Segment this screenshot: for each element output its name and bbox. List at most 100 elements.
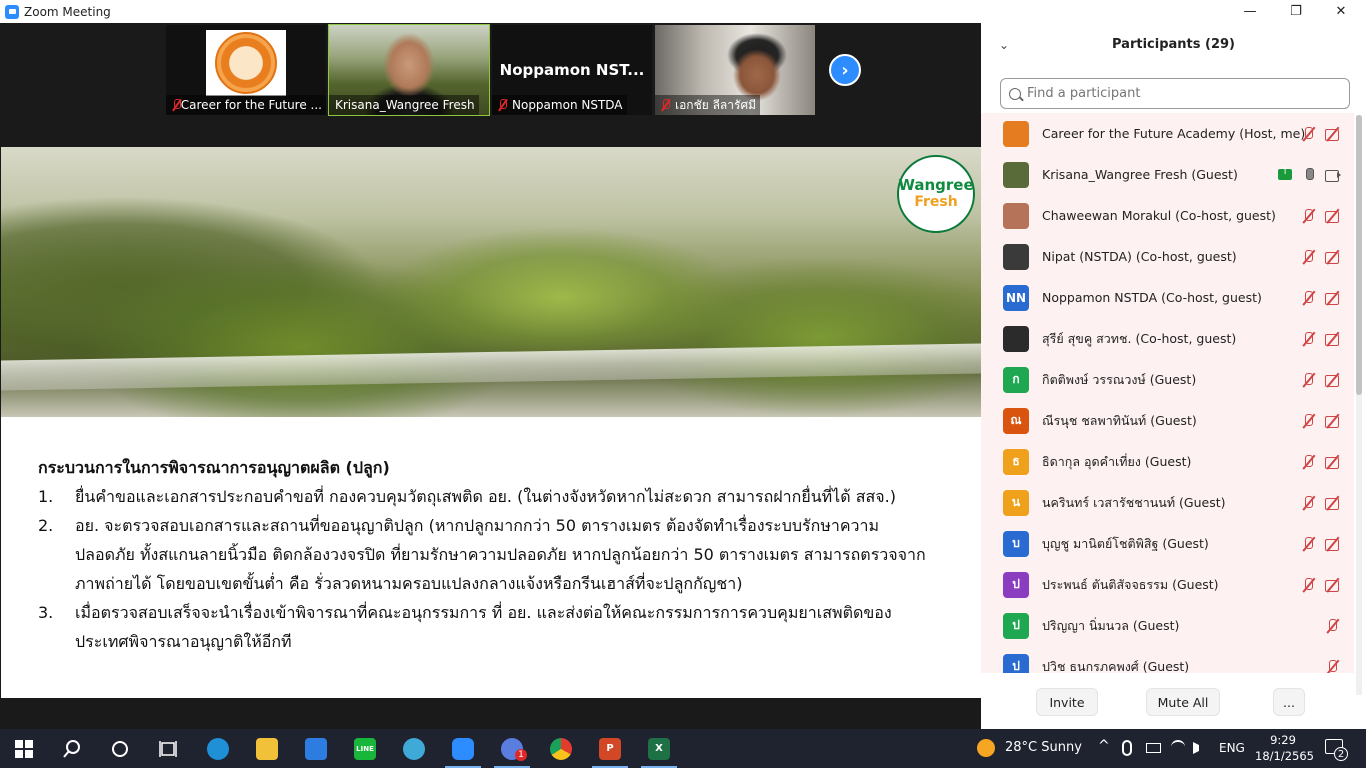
maximize-button[interactable]: ❐	[1273, 0, 1319, 23]
avatar	[1003, 120, 1029, 147]
mic-muted-icon[interactable]	[1300, 372, 1318, 388]
taskbar-edge[interactable]	[194, 729, 242, 768]
scrollbar-thumb[interactable]	[1356, 115, 1362, 395]
camera-off-icon[interactable]	[1324, 454, 1342, 470]
participant-name: ปวิช ธนกรภคพงศ์ (Guest)	[1042, 658, 1190, 674]
participant-list-scrollbar[interactable]	[1356, 115, 1362, 695]
thumb-display-name: Noppamon NST...	[499, 61, 645, 79]
mic-muted-icon[interactable]	[1324, 618, 1342, 634]
participant-name: กิตติพงษ์ วรรณวงษ์ (Guest)	[1042, 371, 1197, 387]
close-button[interactable]: ✕	[1318, 0, 1364, 23]
window-title: Zoom Meeting	[24, 4, 111, 19]
participant-row[interactable]: ก กิตติพงษ์ วรรณวงษ์ (Guest)	[981, 359, 1354, 400]
mic-muted-icon[interactable]	[1300, 249, 1318, 265]
mic-muted-icon	[498, 99, 508, 111]
taskbar-mail[interactable]	[292, 729, 340, 768]
participant-row[interactable]: น นครินทร์ เวสารัชชานนท์ (Guest)	[981, 482, 1354, 523]
avatar: ธ	[1003, 448, 1029, 475]
mic-muted-icon[interactable]	[1300, 331, 1318, 347]
participant-row[interactable]: ป ประพนธ์ ตันติสัจจธรรม (Guest)	[981, 564, 1354, 605]
windows-icon	[15, 739, 33, 758]
taskbar-powerpoint[interactable]: P	[586, 729, 634, 768]
thumb-name-tag: Career for the Future ...	[166, 95, 326, 115]
next-page-button[interactable]: ›	[829, 54, 861, 86]
camera-off-icon[interactable]	[1324, 495, 1342, 511]
participant-row[interactable]: ป ปวิช ธนกรภคพงศ์ (Guest)	[981, 646, 1354, 673]
participant-search[interactable]	[1000, 78, 1350, 109]
language-indicator[interactable]: ENG	[1219, 741, 1245, 755]
participant-row[interactable]: Krisana_Wangree Fresh (Guest)	[981, 154, 1354, 195]
slide-item-text: อย. จะตรวจสอบเอกสารและสถานที่ขออนุญาติปล…	[75, 516, 926, 593]
camera-off-icon[interactable]	[1324, 208, 1342, 224]
taskbar-messenger[interactable]: 1	[488, 729, 536, 768]
slide-item-number: 1.	[38, 487, 54, 506]
mic-muted-icon[interactable]	[1300, 495, 1318, 511]
participant-row[interactable]: ธ ธิดากุล อุดคำเที่ยง (Guest)	[981, 441, 1354, 482]
taskbar-excel[interactable]: X	[635, 729, 683, 768]
chrome-icon	[550, 737, 572, 760]
avatar	[1003, 202, 1029, 229]
mic-muted-icon[interactable]	[1300, 454, 1318, 470]
avatar	[1003, 161, 1029, 188]
participant-row[interactable]: Career for the Future Academy (Host, me)	[981, 113, 1354, 154]
video-thumb-krisana[interactable]: Krisana_Wangree Fresh	[328, 24, 490, 116]
avatar: ณ	[1003, 407, 1029, 434]
taskbar-line[interactable]: LINE	[341, 729, 389, 768]
wifi-icon[interactable]	[1171, 740, 1185, 754]
title-bar: Zoom Meeting — ❐ ✕	[0, 0, 1366, 23]
camera-off-icon[interactable]	[1324, 536, 1342, 552]
mic-muted-icon	[661, 99, 671, 111]
mic-muted-icon[interactable]	[1300, 536, 1318, 552]
participant-row[interactable]: สุรีย์ สุขคู สวทช. (Co-host, guest)	[981, 318, 1354, 359]
mic-muted-icon[interactable]	[1324, 659, 1342, 674]
zoom-icon	[452, 737, 474, 760]
search-input[interactable]	[1027, 86, 1327, 101]
cortana-button[interactable]	[96, 729, 144, 768]
mic-muted-icon[interactable]	[1300, 413, 1318, 429]
camera-off-icon[interactable]	[1324, 290, 1342, 306]
taskbar-file-explorer[interactable]	[243, 729, 291, 768]
video-thumb-ekachai[interactable]: เอกชัย ลีลารัศมี	[655, 25, 815, 115]
avatar: ป	[1003, 653, 1029, 673]
mic-muted-icon[interactable]	[1300, 290, 1318, 306]
battery-icon[interactable]	[1146, 743, 1161, 753]
start-button[interactable]	[0, 729, 48, 768]
invite-button[interactable]: Invite	[1036, 688, 1098, 716]
show-hidden-icons-chevron[interactable]: ^	[1098, 738, 1110, 754]
camera-off-icon[interactable]	[1324, 413, 1342, 429]
clock[interactable]: 9:29 18/1/2565	[1255, 732, 1314, 764]
taskbar-zoom[interactable]	[439, 729, 487, 768]
wangree-fresh-logo: Wangree Fresh	[897, 155, 975, 233]
camera-off-icon[interactable]	[1324, 331, 1342, 347]
participant-name: Krisana_Wangree Fresh (Guest)	[1042, 167, 1238, 182]
participant-row[interactable]: ณ ณีรนุช ชลพาทินันท์ (Guest)	[981, 400, 1354, 441]
mic-icon[interactable]	[1301, 167, 1319, 183]
microphone-icon[interactable]	[1122, 740, 1132, 756]
volume-icon[interactable]	[1193, 742, 1205, 754]
mute-all-button[interactable]: Mute All	[1146, 688, 1220, 716]
camera-off-icon[interactable]	[1324, 126, 1342, 142]
minimize-button[interactable]: —	[1227, 0, 1273, 23]
camera-off-icon[interactable]	[1324, 372, 1342, 388]
more-options-button[interactable]: ...	[1273, 688, 1305, 716]
participant-row[interactable]: NN Noppamon NSTDA (Co-host, guest)	[981, 277, 1354, 318]
participant-name: Chaweewan Morakul (Co-host, guest)	[1042, 208, 1276, 223]
camera-off-icon[interactable]	[1324, 577, 1342, 593]
weather-text[interactable]: 28°C Sunny	[1005, 740, 1082, 755]
mic-muted-icon[interactable]	[1300, 577, 1318, 593]
taskbar-globe[interactable]	[390, 729, 438, 768]
participant-row[interactable]: Chaweewan Morakul (Co-host, guest)	[981, 195, 1354, 236]
video-thumb-career[interactable]: Career for the Future ...	[166, 25, 326, 115]
camera-off-icon[interactable]	[1324, 249, 1342, 265]
camera-icon[interactable]	[1324, 167, 1342, 183]
participant-row[interactable]: Nipat (NSTDA) (Co-host, guest)	[981, 236, 1354, 277]
line-icon: LINE	[354, 737, 376, 760]
video-thumb-noppamon[interactable]: Noppamon NST... Noppamon NSTDA	[492, 25, 652, 115]
mic-muted-icon[interactable]	[1300, 208, 1318, 224]
mic-muted-icon[interactable]	[1300, 126, 1318, 142]
participant-row[interactable]: บ บุญชู มานิตย์โชติพิสิฐ (Guest)	[981, 523, 1354, 564]
task-view-button[interactable]	[144, 729, 192, 768]
participant-row[interactable]: ป ปริญญา นิ่มนวล (Guest)	[981, 605, 1354, 646]
taskbar-chrome[interactable]	[537, 729, 585, 768]
search-taskbar-button[interactable]	[48, 729, 96, 768]
